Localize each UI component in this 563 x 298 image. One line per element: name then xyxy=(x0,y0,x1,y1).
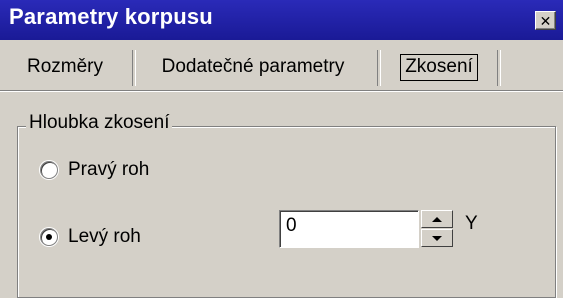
radio-option-levy-roh[interactable]: Levý roh xyxy=(40,224,141,250)
value-text: 0 xyxy=(286,215,297,236)
group-title: Hloubka zkosení xyxy=(26,112,173,134)
close-button[interactable]: ✕ xyxy=(535,11,556,30)
radio-button-checked-icon[interactable] xyxy=(40,228,58,246)
tab-rozmery[interactable]: Rozměry xyxy=(0,48,130,86)
tab-label: Dodatečné parametry xyxy=(161,56,345,77)
spin-up-button[interactable] xyxy=(421,210,453,228)
tab-strip-border xyxy=(0,90,563,92)
radio-button-icon[interactable] xyxy=(40,161,58,179)
arrow-up-icon xyxy=(432,216,442,222)
tab-label: Zkosení xyxy=(400,53,478,81)
tab-divider xyxy=(497,50,501,86)
close-icon: ✕ xyxy=(539,12,552,29)
tab-zkoseni[interactable]: Zkosení xyxy=(385,48,493,86)
title-bar: Parametry korpusu ✕ xyxy=(0,0,563,40)
radio-label: Levý roh xyxy=(68,226,141,247)
radio-option-pravy-roh[interactable]: Pravý roh xyxy=(40,157,149,183)
tab-label: Rozměry xyxy=(26,56,103,77)
radio-label: Pravý roh xyxy=(68,159,150,180)
value-input[interactable]: 0 xyxy=(279,210,419,248)
window-title: Parametry korpusu xyxy=(9,4,213,29)
arrow-down-icon xyxy=(432,235,442,241)
unit-label: Y xyxy=(465,213,478,234)
spin-down-button[interactable] xyxy=(421,229,453,247)
tab-dodatecne-parametry[interactable]: Dodatečné parametry xyxy=(136,48,370,86)
tab-divider xyxy=(377,50,381,86)
